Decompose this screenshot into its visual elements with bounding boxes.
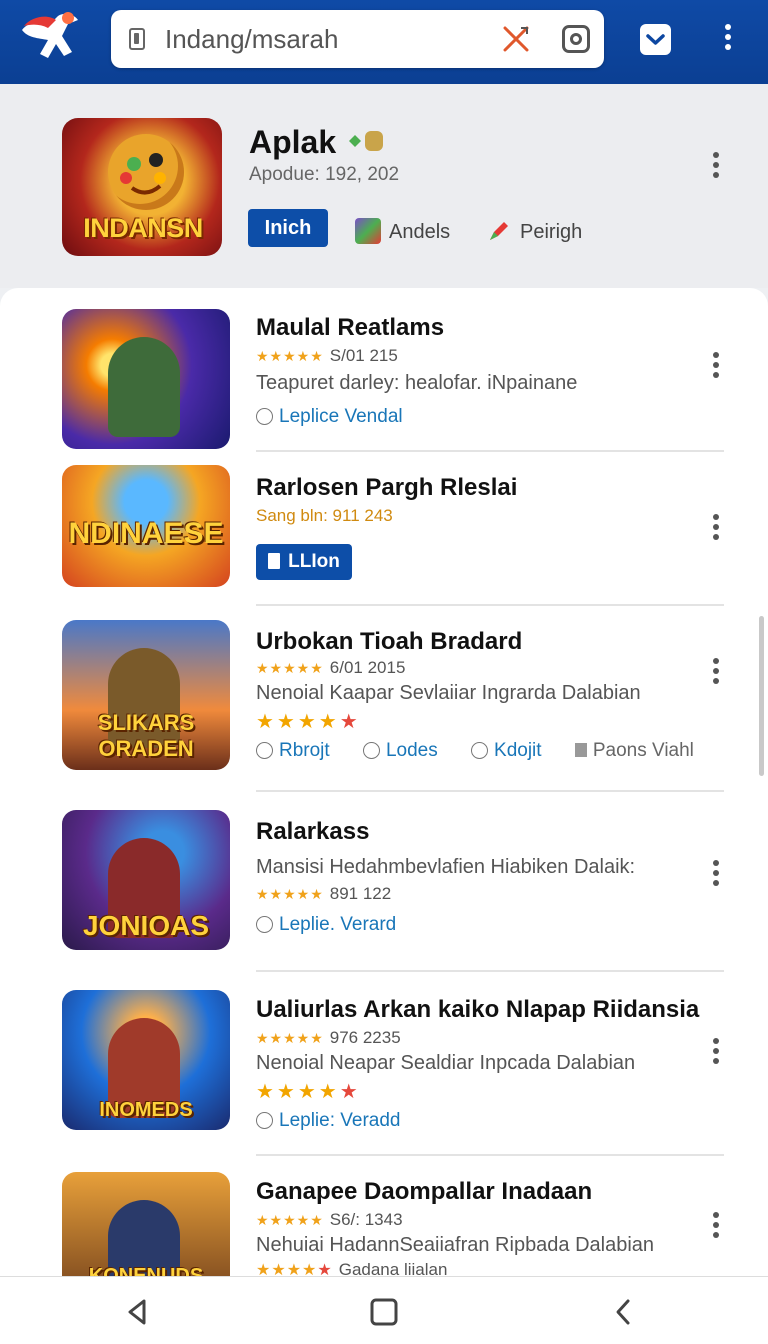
app-link[interactable]: Kdojit bbox=[471, 740, 556, 761]
app-links: Rbrojt Lodes Kdojit Paons Viahl bbox=[256, 740, 722, 762]
chevron-left-icon[interactable] bbox=[610, 1297, 636, 1327]
character-figure bbox=[108, 337, 180, 437]
radio-icon bbox=[256, 1112, 273, 1129]
andels-chip[interactable]: Andels bbox=[355, 218, 450, 244]
check-icon bbox=[646, 34, 665, 45]
app-list: Maulal Reatlams ★★★★★ S/01 215 Teapuret d… bbox=[0, 288, 768, 1288]
item-more-icon[interactable] bbox=[710, 658, 722, 688]
thumbnail-text: NDINAESE bbox=[68, 517, 224, 550]
rating-stars-icon: ★★★★★ bbox=[256, 1030, 324, 1046]
app-title[interactable]: Maulal Reatlams bbox=[256, 314, 444, 342]
rating-stars: ★★★★★ bbox=[256, 711, 361, 733]
game-badges-icon bbox=[349, 131, 384, 151]
app-title[interactable]: Urbokan Tioah Bradard bbox=[256, 628, 522, 656]
featured-icon-text: INDANSN bbox=[83, 213, 203, 243]
app-thumbnail[interactable]: KONENUDS bbox=[62, 1172, 230, 1288]
triangle-back-icon[interactable] bbox=[124, 1297, 150, 1327]
app-meta: ★★★★★ S/01 215 bbox=[256, 346, 398, 365]
app-link[interactable]: Lodes bbox=[362, 740, 452, 761]
divider bbox=[256, 790, 724, 792]
app-thumbnail[interactable] bbox=[62, 309, 230, 449]
install-button[interactable]: Inich bbox=[248, 209, 328, 247]
peirigh-chip[interactable]: Peirigh bbox=[486, 218, 582, 244]
featured-app-card: INDANSN Aplak Apodue: 192, 202 Inich And… bbox=[0, 84, 768, 288]
app-thumbnail[interactable]: SLIKARS ORADEN bbox=[62, 620, 230, 770]
app-link[interactable]: Paons Viahl bbox=[574, 740, 708, 761]
app-meta: ★★★★★ 6/01 2015 bbox=[256, 658, 406, 677]
app-thumbnail[interactable]: JONIOAS bbox=[62, 810, 230, 950]
app-link[interactable]: Leplie. Verard bbox=[256, 914, 410, 935]
app-description: Teapuret darley: healofar. iNpainane bbox=[256, 372, 578, 394]
app-meta: ★★★★★ S6/: 1343 bbox=[256, 1210, 403, 1229]
grid-icon bbox=[355, 218, 381, 244]
app-description: Mansisi Hedahmbevlafien Hiabiken Dalaik: bbox=[256, 856, 636, 878]
app-description: Nenoial Neapar Sealdiar Inpcada Dalabian bbox=[256, 1052, 636, 1074]
divider bbox=[256, 970, 724, 972]
app-title[interactable]: Ualiurlas Arkan kaiko Nlapap Riidansia bbox=[256, 996, 699, 1024]
thumbnail-text: INOMEDS bbox=[99, 1099, 193, 1121]
divider bbox=[256, 1154, 724, 1156]
app-link[interactable]: Leplice Vendal bbox=[256, 406, 417, 427]
app-meta: ★★★★★ 976 2235 bbox=[256, 1028, 401, 1047]
app-title[interactable]: Rarlosen Pargh Rleslai bbox=[256, 474, 517, 502]
featured-app-subtitle: Apodue: 192, 202 bbox=[249, 164, 400, 185]
app-meta: ★★★★★ 891 122 bbox=[256, 884, 392, 903]
pencil-icon bbox=[490, 222, 508, 240]
scrollbar[interactable] bbox=[759, 616, 764, 776]
item-more-icon[interactable] bbox=[710, 860, 722, 890]
app-links: Leplie. Verard bbox=[256, 914, 424, 936]
address-text[interactable]: Indang/msarah bbox=[165, 24, 338, 55]
thumbnail-text: JONIOAS bbox=[82, 910, 210, 941]
item-more-icon[interactable] bbox=[710, 352, 722, 382]
app-description: Nehuiai HadannSeaiiafran Ripbada Dalabia… bbox=[256, 1234, 655, 1256]
app-links: Leplice Vendal bbox=[256, 406, 431, 428]
item-more-icon[interactable] bbox=[710, 514, 722, 544]
square-home-icon[interactable] bbox=[369, 1297, 399, 1327]
app-action-button[interactable]: LLIon bbox=[256, 544, 352, 580]
app-logo-icon[interactable] bbox=[18, 8, 82, 68]
featured-more-icon[interactable] bbox=[710, 152, 722, 182]
thumbnail-text: SLIKARS ORADEN bbox=[97, 710, 195, 761]
item-more-icon[interactable] bbox=[710, 1038, 722, 1068]
rating-stars-icon: ★★★★★ bbox=[256, 886, 324, 902]
app-title[interactable]: Ganapee Daompallar Inadaan bbox=[256, 1178, 592, 1206]
app-description: Nenoial Kaapar Sevlaiiar Ingrarda Dalabi… bbox=[256, 682, 641, 704]
download-check-button[interactable] bbox=[640, 24, 671, 55]
app-link[interactable]: Leplie: Veradd bbox=[256, 1110, 415, 1131]
browser-menu-icon[interactable] bbox=[722, 24, 734, 56]
file-icon bbox=[574, 743, 587, 757]
smiley-face-icon bbox=[108, 134, 184, 210]
radio-icon bbox=[471, 742, 489, 759]
item-more-icon[interactable] bbox=[710, 1212, 722, 1242]
radio-icon bbox=[362, 742, 380, 759]
lock-icon bbox=[129, 28, 145, 50]
app-thumbnail[interactable]: NDINAESE bbox=[62, 465, 230, 587]
rating-stars: ★★★★★ bbox=[256, 1081, 361, 1103]
featured-app-title: Aplak bbox=[249, 124, 389, 161]
app-link[interactable]: Rbrojt bbox=[256, 740, 344, 761]
rating-stars-icon: ★★★★★ bbox=[256, 348, 324, 364]
rating-stars-icon: ★★★★★ bbox=[256, 1212, 324, 1228]
divider bbox=[256, 450, 724, 452]
camera-icon[interactable] bbox=[562, 25, 590, 53]
radio-icon bbox=[256, 916, 273, 933]
top-app-bar: Indang/msarah bbox=[0, 0, 768, 84]
app-title[interactable]: Ralarkass bbox=[256, 818, 369, 846]
address-bar[interactable]: Indang/msarah bbox=[111, 10, 604, 68]
divider bbox=[256, 604, 724, 606]
featured-app-icon[interactable]: INDANSN bbox=[62, 118, 222, 256]
radio-icon bbox=[256, 742, 273, 759]
rating-stars-icon: ★★★★★ bbox=[256, 660, 324, 676]
close-icon[interactable] bbox=[501, 24, 531, 54]
app-meta: Sang bln: 911 243 bbox=[256, 506, 393, 525]
app-links: Leplie: Veradd bbox=[256, 1110, 429, 1132]
radio-icon bbox=[256, 408, 273, 425]
app-thumbnail[interactable]: INOMEDS bbox=[62, 990, 230, 1130]
system-nav-bar bbox=[0, 1276, 768, 1344]
document-icon bbox=[268, 553, 281, 569]
